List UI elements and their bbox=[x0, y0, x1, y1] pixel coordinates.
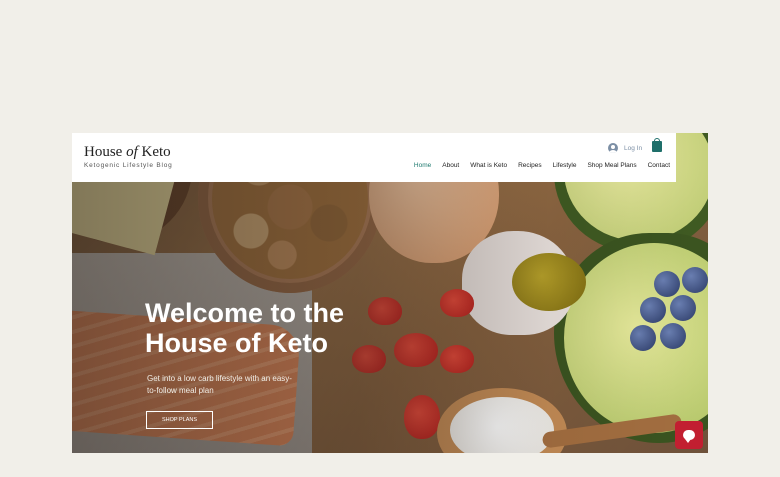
main-nav: Home About What is Keto Recipes Lifestyl… bbox=[414, 162, 670, 169]
user-avatar-icon bbox=[608, 143, 618, 153]
nav-item-lifestyle[interactable]: Lifestyle bbox=[553, 162, 577, 169]
login-button[interactable]: Log In bbox=[608, 143, 642, 153]
chat-button[interactable] bbox=[675, 421, 703, 449]
nav-item-home[interactable]: Home bbox=[414, 162, 431, 169]
nav-item-what-is-keto[interactable]: What is Keto bbox=[470, 162, 507, 169]
site-logo[interactable]: House of Keto bbox=[84, 144, 171, 161]
nav-item-about[interactable]: About bbox=[442, 162, 459, 169]
nav-item-contact[interactable]: Contact bbox=[648, 162, 670, 169]
site-tagline: Ketogenic Lifestyle Blog bbox=[84, 162, 173, 169]
nav-item-recipes[interactable]: Recipes bbox=[518, 162, 541, 169]
hero-subtitle: Get into a low carb lifestyle with an ea… bbox=[147, 374, 292, 395]
website-frame: House of Keto Ketogenic Lifestyle Blog L… bbox=[72, 133, 708, 453]
nav-item-shop-meal-plans[interactable]: Shop Meal Plans bbox=[587, 162, 636, 169]
site-header: House of Keto Ketogenic Lifestyle Blog L… bbox=[72, 133, 676, 182]
login-label: Log In bbox=[624, 144, 643, 152]
hero-title: Welcome to the House of Keto bbox=[145, 298, 345, 358]
shopping-bag-icon[interactable] bbox=[652, 138, 662, 152]
chat-bubble-icon bbox=[683, 430, 695, 443]
shop-plans-button[interactable]: SHOP PLANS bbox=[146, 411, 213, 429]
